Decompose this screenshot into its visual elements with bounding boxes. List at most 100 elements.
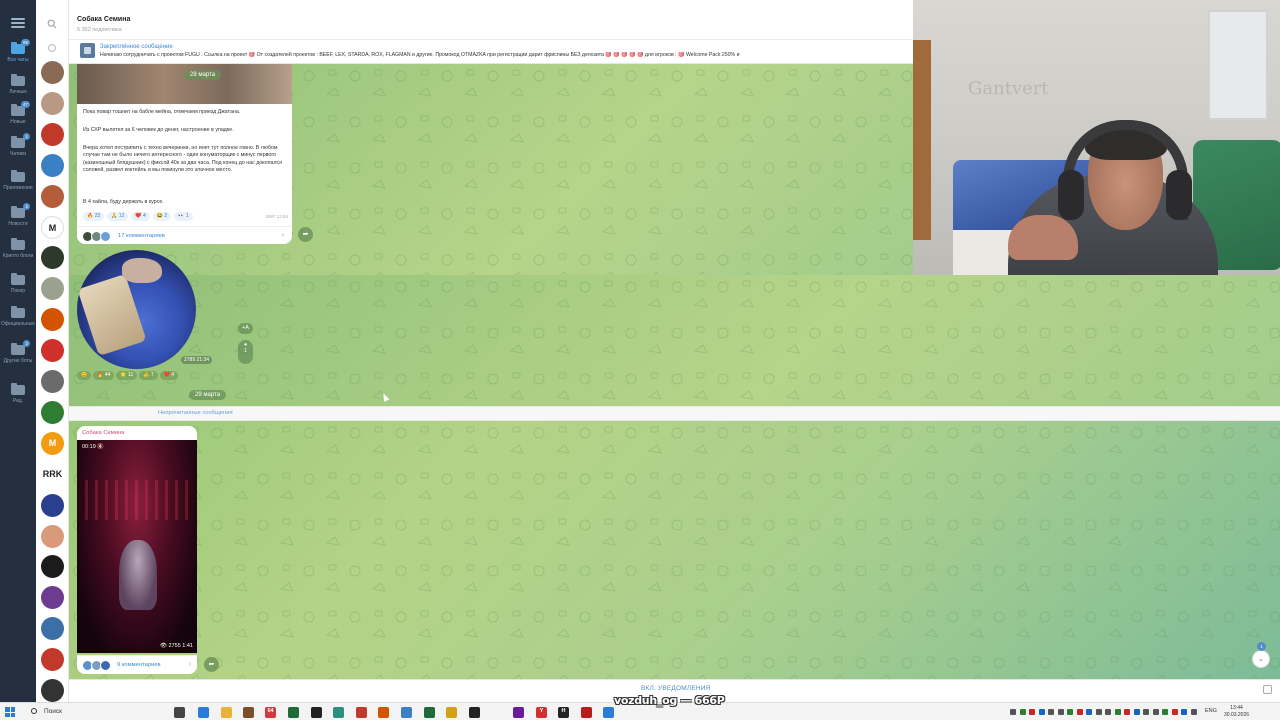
chat-avatar[interactable] [41,679,64,702]
chat-avatar[interactable] [41,555,64,579]
comments-button[interactable]: ● 1 [238,340,253,364]
taskbar-app-icon[interactable] [333,707,344,718]
tray-icon[interactable] [1143,709,1149,715]
pinned-message-bar[interactable]: Закреплённое сообщение Начинаю сотруднич… [69,40,913,64]
tray-icon[interactable] [1152,709,1159,715]
taskbar-app-icon[interactable] [424,707,435,718]
folder-tab[interactable]: Приложения [0,170,36,191]
taskbar-app-icon[interactable] [401,707,412,718]
tray-icon[interactable] [1086,709,1092,715]
tray-icon[interactable] [1133,709,1140,715]
tray-icon[interactable] [1124,709,1130,715]
taskbar-app-icon[interactable] [221,707,232,718]
taskbar-app-icon[interactable] [513,707,524,718]
reaction-chip[interactable]: 🔥 23 [83,211,105,221]
folder-tab[interactable]: 1 Чатики [0,133,36,157]
comments-button[interactable]: 9 комментариев › [77,655,197,674]
bell-icon[interactable] [1263,685,1272,694]
taskbar-app-icon[interactable] [603,707,614,718]
taskbar-app-icon[interactable] [174,707,185,718]
folder-tab[interactable]: Официальные [0,306,36,327]
chat-avatar[interactable] [41,400,64,424]
archive-icon[interactable] [48,44,56,52]
tray-icon[interactable] [1076,709,1083,715]
video-player[interactable]: 00:19 🔇 👁 2755 1:41 [77,440,197,653]
chat-avatar[interactable]: M [41,431,64,455]
windows-start-icon[interactable] [5,707,15,717]
chat-avatar[interactable] [41,493,64,517]
language-indicator[interactable]: ENG [1205,708,1217,714]
search-icon[interactable] [47,19,57,29]
taskbar-app-icon[interactable] [288,707,299,718]
taskbar-app-icon[interactable] [198,707,209,718]
chat-avatar[interactable] [41,184,64,208]
tray-icon[interactable] [1171,709,1178,715]
menu-icon[interactable] [11,18,25,28]
tray-icon[interactable] [1190,709,1197,715]
tray-icon[interactable] [1029,709,1035,715]
reaction-chip[interactable]: 😊 [77,371,92,380]
folder-tab[interactable]: 2 Новости [0,203,36,227]
tray-icon[interactable] [1038,709,1045,715]
folder-tab[interactable]: Личные [0,74,36,95]
tray-icon[interactable] [1181,709,1187,715]
tray-icon[interactable] [1019,709,1026,715]
reaction-chip[interactable]: 👍 7 [139,371,158,380]
chat-avatar[interactable] [41,246,64,270]
taskbar-app-icon[interactable] [378,707,389,718]
tray-icon[interactable] [1114,709,1121,715]
taskbar-app-icon[interactable]: H [558,707,569,718]
reaction-chip[interactable]: ❤️ 4 [131,211,150,221]
round-video-message[interactable]: 00:13 [77,250,196,369]
folder-tab[interactable]: 99 Все чаты [0,39,36,63]
reaction-chip[interactable]: 👀 1 [174,211,193,221]
reaction-chip[interactable]: 😂 2 [152,211,172,221]
reaction-chip[interactable]: 🙏 12 [107,211,129,221]
reaction-chip[interactable]: ❤️ 4 [159,371,179,380]
sender-name[interactable]: Собака Семина [82,430,124,436]
tray-icon[interactable] [1010,709,1016,715]
chat-avatar[interactable] [41,339,64,363]
folder-tab[interactable]: Ред. [0,383,36,404]
folder-tab[interactable]: 2 Другие боты [0,340,36,364]
reaction-chip[interactable]: ⭐ 11 [116,371,138,380]
taskbar-app-icon[interactable] [243,707,254,718]
video-post[interactable]: Собака Семина 00:19 🔇 👁 2755 1:41 [77,426,197,653]
chat-avatar[interactable] [41,648,64,672]
tray-icon[interactable] [1057,709,1064,715]
folder-tab[interactable]: Покер [0,273,36,294]
post-photo[interactable] [77,64,292,104]
chat-avatar[interactable] [41,122,64,146]
scroll-to-bottom-button[interactable]: ⌄ [1252,650,1270,668]
chat-avatar[interactable] [41,586,64,610]
chat-avatar[interactable] [41,308,64,332]
taskbar-app-icon[interactable] [356,707,367,718]
chat-avatar[interactable] [41,61,64,84]
boost-button[interactable]: +A [238,323,253,334]
tray-icon[interactable] [1162,709,1168,715]
chat-avatar[interactable]: M [41,215,64,239]
taskbar-app-icon[interactable] [581,707,592,718]
chat-header[interactable]: Собака Семина 5 352 подписчика [69,0,913,40]
chat-avatar[interactable]: RRK [41,462,64,486]
clock[interactable]: 13:44 30.03.2026 [1224,705,1249,718]
taskbar-app-icon[interactable] [446,707,457,718]
taskbar-app-icon[interactable]: Y [536,707,547,718]
reaction-chip[interactable]: 🔥 44 [93,371,115,380]
chat-avatar[interactable] [41,524,64,548]
folder-tab[interactable]: Крипто блоги [0,238,36,259]
taskbar-search[interactable]: Поиск [25,706,135,718]
taskbar-app-icon[interactable] [311,707,322,718]
chat-avatar[interactable] [41,370,64,393]
chat-avatar[interactable] [41,617,64,641]
tray-icon[interactable] [1105,709,1111,715]
tray-icon[interactable] [1095,709,1102,715]
folder-tab[interactable]: 47 Новые [0,101,36,125]
chat-avatar[interactable] [41,277,64,301]
tray-icon[interactable] [1048,709,1054,715]
chat-avatar[interactable] [41,91,64,115]
share-button[interactable]: ➦ [204,657,219,672]
comments-button[interactable]: 17 комментариев › [77,226,292,244]
taskbar-app-icon[interactable]: 64 [265,707,276,718]
tray-icon[interactable] [1067,709,1073,715]
